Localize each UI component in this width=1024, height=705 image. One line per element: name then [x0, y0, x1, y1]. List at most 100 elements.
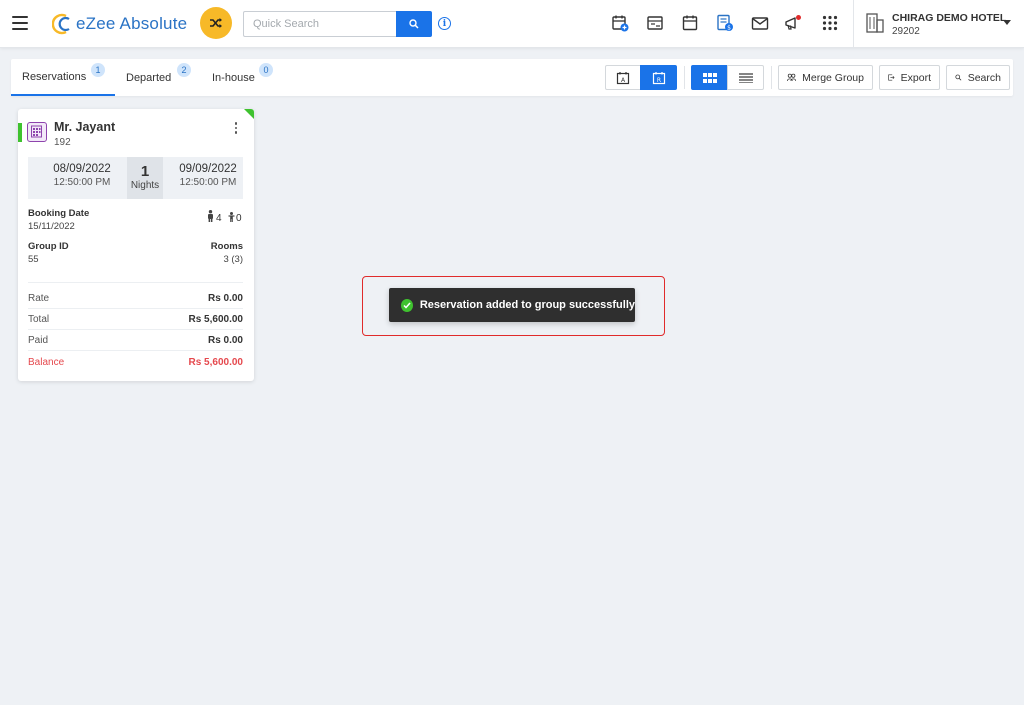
tab-in-house[interactable]: In-house 0	[212, 59, 284, 96]
divider	[28, 282, 243, 283]
calendar-checkin-icon[interactable]	[646, 14, 664, 32]
group-booking-icon[interactable]	[27, 122, 47, 142]
search-icon	[955, 74, 962, 81]
departure-view-button[interactable]: R	[640, 65, 677, 90]
list-view-icon	[738, 72, 753, 83]
calendar-arrival-icon: A	[616, 71, 630, 84]
child-icon	[228, 212, 235, 222]
group-icon	[787, 73, 797, 82]
export-icon	[888, 74, 895, 81]
export-label: Export	[900, 71, 931, 84]
info-icon[interactable]: i	[438, 17, 451, 30]
svg-text:R: R	[656, 77, 660, 84]
count-badge: 0	[259, 63, 273, 77]
rooms-count: 3 (3)	[223, 254, 243, 265]
app-name: eZee Absolute	[76, 14, 188, 33]
search-button[interactable]	[396, 11, 432, 37]
ezee-logo-icon	[52, 13, 70, 35]
merge-group-label: Merge Group	[802, 71, 864, 84]
toolbar-divider	[771, 66, 772, 89]
announcement-icon[interactable]	[784, 14, 802, 32]
hotel-code: 29202	[892, 26, 920, 37]
more-options-icon[interactable]	[232, 122, 240, 136]
paid-value: Rs 0.00	[207, 335, 243, 346]
guest-name[interactable]: Mr. Jayant	[54, 120, 115, 134]
rate-value: Rs 0.00	[207, 293, 243, 304]
search-label: Search	[967, 71, 1001, 84]
hotel-name: CHIRAG DEMO HOTEL	[892, 12, 1007, 24]
total-value: Rs 5,600.00	[188, 314, 244, 325]
occupancy: 4 0	[207, 210, 247, 224]
calendar-departure-icon: R	[652, 71, 665, 84]
child-count: 0	[236, 213, 242, 224]
arrival-date: 08/09/2022	[53, 163, 111, 175]
billing-icon[interactable]: $	[716, 14, 734, 32]
group-id-label: Group ID	[28, 241, 69, 252]
balance-value: Rs 5,600.00	[188, 357, 244, 368]
tab-bar: Reservations 1 Departed 2 In-house 0 A R	[11, 59, 1013, 96]
arrival-view-button[interactable]: A	[605, 65, 641, 90]
status-corner	[244, 109, 254, 119]
search-filter-button[interactable]: Search	[946, 65, 1010, 90]
apps-grid-icon[interactable]	[821, 14, 839, 32]
arrival-time: 12:50:00 PM	[53, 177, 111, 188]
tab-reservations[interactable]: Reservations 1	[11, 59, 115, 96]
search-icon	[409, 19, 419, 29]
top-bar: eZee Absolute i	[0, 0, 1024, 48]
grid-view-button[interactable]	[691, 65, 728, 90]
toolbar-divider	[684, 66, 685, 89]
count-badge: 1	[91, 63, 105, 77]
arrival-date-block: 08/09/2022 12:50:00 PM	[37, 163, 127, 188]
rate-label: Rate	[28, 293, 50, 304]
group-id: 55	[28, 254, 39, 265]
departure-time: 12:50:00 PM	[179, 177, 237, 188]
reservation-card[interactable]: Mr. Jayant 192 08/09/2022 12:50:00 PM 1 …	[18, 109, 254, 381]
shuffle-button[interactable]	[200, 7, 232, 39]
balance-label: Balance	[28, 357, 65, 368]
calendar-icon[interactable]	[681, 14, 699, 32]
booking-date-label: Booking Date	[28, 208, 90, 219]
merge-group-button[interactable]: Merge Group	[778, 65, 873, 90]
balance-row: Balance Rs 5,600.00	[28, 357, 243, 371]
departure-date: 09/09/2022	[179, 163, 237, 175]
check-circle-icon	[401, 298, 413, 312]
paid-label: Paid	[28, 335, 49, 346]
total-label: Total	[28, 314, 50, 325]
grid-view-icon	[702, 72, 717, 83]
count-badge: 2	[177, 63, 191, 77]
nights-label: Nights	[130, 180, 160, 191]
divider	[28, 350, 243, 351]
tab-label: Departed	[126, 71, 172, 84]
rate-row: Rate Rs 0.00	[28, 293, 243, 307]
adult-icon	[208, 210, 213, 222]
total-row: Total Rs 5,600.00	[28, 314, 243, 328]
departure-date-block: 09/09/2022 12:50:00 PM	[163, 163, 253, 188]
nights-number: 1	[140, 163, 150, 180]
divider	[28, 308, 243, 309]
booking-date: 15/11/2022	[28, 221, 75, 232]
app-logo[interactable]: eZee Absolute	[52, 12, 187, 36]
success-toast: Reservation added to group successfully	[389, 288, 635, 322]
divider	[28, 329, 243, 330]
svg-text:$: $	[727, 25, 731, 32]
nights-count: 1 Nights	[127, 157, 163, 199]
chevron-down-icon	[1003, 20, 1011, 25]
mail-icon[interactable]	[751, 14, 769, 32]
tab-label: In-house	[212, 71, 255, 84]
hotel-selector[interactable]: CHIRAG DEMO HOTEL 29202	[864, 10, 1019, 40]
tab-label: Reservations	[22, 70, 87, 83]
status-indicator	[18, 123, 22, 142]
paid-row: Paid Rs 0.00	[28, 335, 243, 349]
rooms-label: Rooms	[210, 241, 243, 252]
stay-dates: 08/09/2022 12:50:00 PM 1 Nights 09/09/20…	[28, 157, 243, 199]
list-view-button[interactable]	[727, 65, 764, 90]
reservation-number: 192	[54, 137, 71, 148]
menu-icon[interactable]	[12, 16, 28, 30]
calendar-add-icon[interactable]	[611, 14, 629, 32]
quick-search-input[interactable]	[243, 11, 397, 37]
export-button[interactable]: Export	[879, 65, 940, 90]
shuffle-icon	[210, 18, 222, 28]
building-icon	[866, 13, 884, 33]
hotel-divider	[853, 0, 854, 48]
tab-departed[interactable]: Departed 2	[126, 59, 198, 96]
